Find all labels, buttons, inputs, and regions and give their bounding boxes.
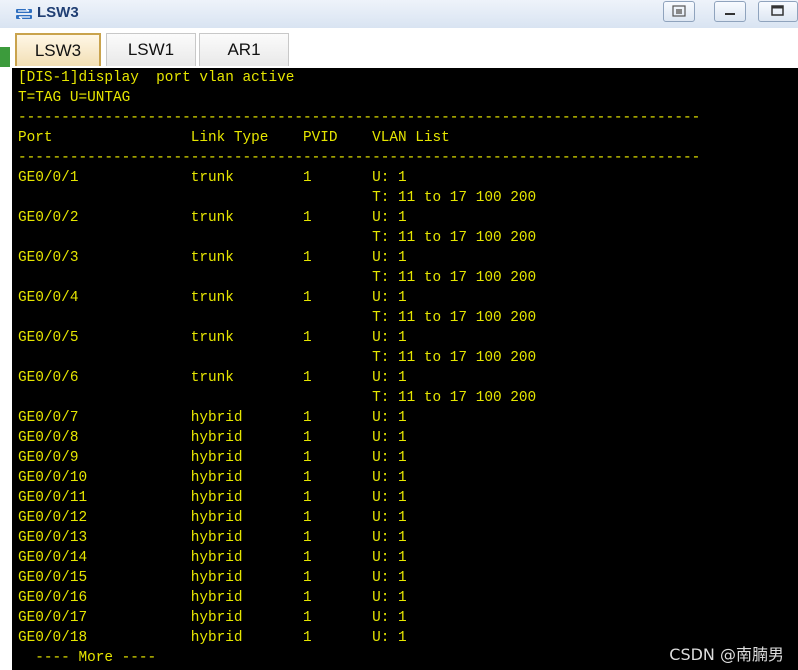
tab-label: LSW3 — [34, 40, 82, 60]
maximize-button[interactable] — [758, 1, 798, 22]
window-title: LSW3 — [37, 4, 79, 21]
terminal-line: GE0/0/1 trunk 1 U: 1 — [18, 170, 407, 186]
terminal-line: GE0/0/6 trunk 1 U: 1 — [18, 370, 407, 386]
maximize-icon — [771, 5, 784, 16]
terminal-line: T: 11 to 17 100 200 — [18, 270, 537, 286]
terminal-line: GE0/0/11 hybrid 1 U: 1 — [18, 490, 407, 506]
terminal-line: [DIS-1]display port vlan active — [18, 70, 295, 86]
terminal-line: GE0/0/13 hybrid 1 U: 1 — [18, 530, 407, 546]
terminal-line: GE0/0/14 hybrid 1 U: 1 — [18, 550, 407, 566]
restore-icon — [672, 5, 686, 17]
terminal-line: GE0/0/18 hybrid 1 U: 1 — [18, 630, 407, 646]
minimize-icon — [725, 13, 735, 15]
terminal-line: ----------------------------------------… — [18, 110, 701, 126]
terminal-line: T: 11 to 17 100 200 — [18, 190, 537, 206]
terminal-line: GE0/0/3 trunk 1 U: 1 — [18, 250, 407, 266]
terminal-line: GE0/0/2 trunk 1 U: 1 — [18, 210, 407, 226]
terminal-console[interactable]: [DIS-1]display port vlan active T=TAG U=U… — [12, 68, 798, 670]
terminal-line: GE0/0/12 hybrid 1 U: 1 — [18, 510, 407, 526]
restore-button[interactable] — [663, 1, 695, 22]
terminal-line: T: 11 to 17 100 200 — [18, 230, 537, 246]
terminal-line: GE0/0/15 hybrid 1 U: 1 — [18, 570, 407, 586]
tab-label: LSW1 — [127, 40, 175, 59]
watermark: CSDN @南腩男 — [669, 645, 784, 664]
terminal-line: GE0/0/10 hybrid 1 U: 1 — [18, 470, 407, 486]
terminal-line: T: 11 to 17 100 200 — [18, 390, 537, 406]
terminal-line: T: 11 to 17 100 200 — [18, 310, 537, 326]
terminal-line: GE0/0/9 hybrid 1 U: 1 — [18, 450, 407, 466]
terminal-line: GE0/0/16 hybrid 1 U: 1 — [18, 590, 407, 606]
left-edge-strip — [0, 47, 10, 67]
terminal-line: ----------------------------------------… — [18, 150, 701, 166]
tab-lsw1[interactable]: LSW1 — [106, 33, 196, 66]
terminal-line: GE0/0/17 hybrid 1 U: 1 — [18, 610, 407, 626]
tab-ar1[interactable]: AR1 — [199, 33, 289, 66]
terminal-line: GE0/0/8 hybrid 1 U: 1 — [18, 430, 407, 446]
terminal-line: T: 11 to 17 100 200 — [18, 350, 537, 366]
minimize-button[interactable] — [714, 1, 746, 22]
terminal-line: T=TAG U=UNTAG — [18, 90, 131, 106]
tab-label: AR1 — [227, 40, 261, 59]
terminal-line: GE0/0/7 hybrid 1 U: 1 — [18, 410, 407, 426]
network-switch-icon — [16, 8, 32, 20]
terminal-line: ---- More ---- — [18, 650, 157, 666]
terminal-line: GE0/0/5 trunk 1 U: 1 — [18, 330, 407, 346]
tab-lsw3[interactable]: LSW3 — [15, 33, 101, 66]
terminal-line: GE0/0/4 trunk 1 U: 1 — [18, 290, 407, 306]
terminal-line: Port Link Type PVID VLAN List — [18, 130, 450, 146]
window-titlebar: LSW3 — [0, 0, 798, 29]
